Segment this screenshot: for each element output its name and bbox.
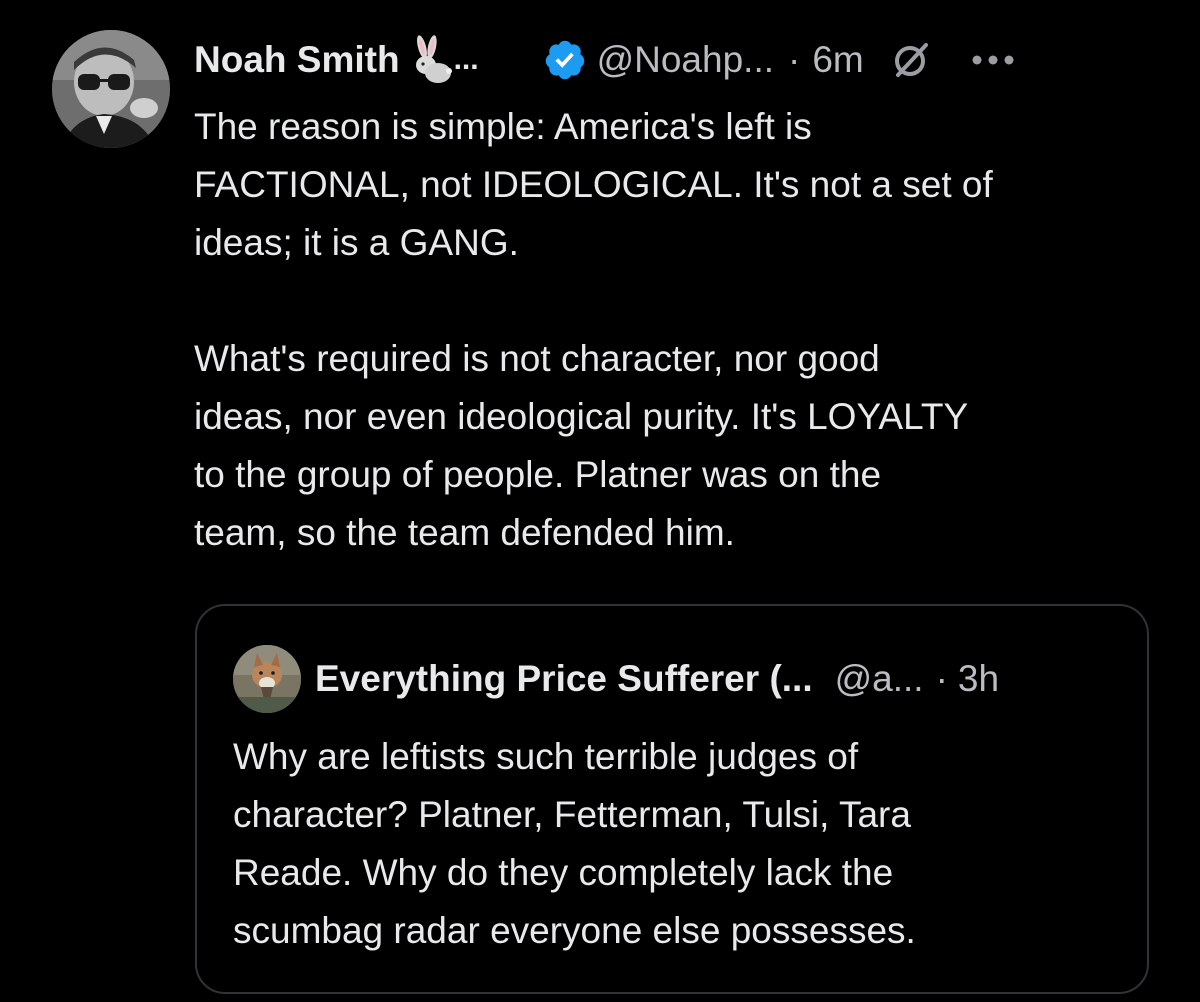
author-display-name[interactable]: Noah Smith xyxy=(194,39,400,81)
more-options-icon[interactable] xyxy=(970,53,1016,67)
tweet-body-text: The reason is simple: America's left is … xyxy=(194,106,993,553)
grok-icon[interactable] xyxy=(892,41,930,79)
tweet[interactable]: Noah Smith ... @Noahp... · 6m The reason… xyxy=(0,0,1200,1002)
quoted-tweet-card[interactable]: Everything Price Sufferer (... @a... · 3… xyxy=(195,604,1149,994)
quoted-author-handle[interactable]: @a... xyxy=(835,658,924,700)
quoted-author-display-name[interactable]: Everything Price Sufferer (... xyxy=(315,658,813,700)
rabbit-emoji-icon xyxy=(408,35,452,85)
name-truncation: ... xyxy=(453,43,479,76)
quoted-tweet-body-text: Why are leftists such terrible judges of… xyxy=(233,736,916,951)
verified-badge-icon xyxy=(543,38,587,82)
quoted-separator-dot: · xyxy=(935,658,948,699)
author-handle[interactable]: @Noahp... xyxy=(597,39,774,81)
author-avatar[interactable] xyxy=(52,30,170,148)
tweet-timestamp[interactable]: 6m xyxy=(812,39,863,81)
tweet-header: Noah Smith ... @Noahp... · 6m xyxy=(194,30,1174,90)
quoted-tweet-header: Everything Price Sufferer (... @a... · 3… xyxy=(233,644,999,714)
quoted-tweet-timestamp[interactable]: 3h xyxy=(958,658,999,700)
separator-dot: · xyxy=(788,39,801,80)
quoted-author-avatar[interactable] xyxy=(233,645,301,713)
